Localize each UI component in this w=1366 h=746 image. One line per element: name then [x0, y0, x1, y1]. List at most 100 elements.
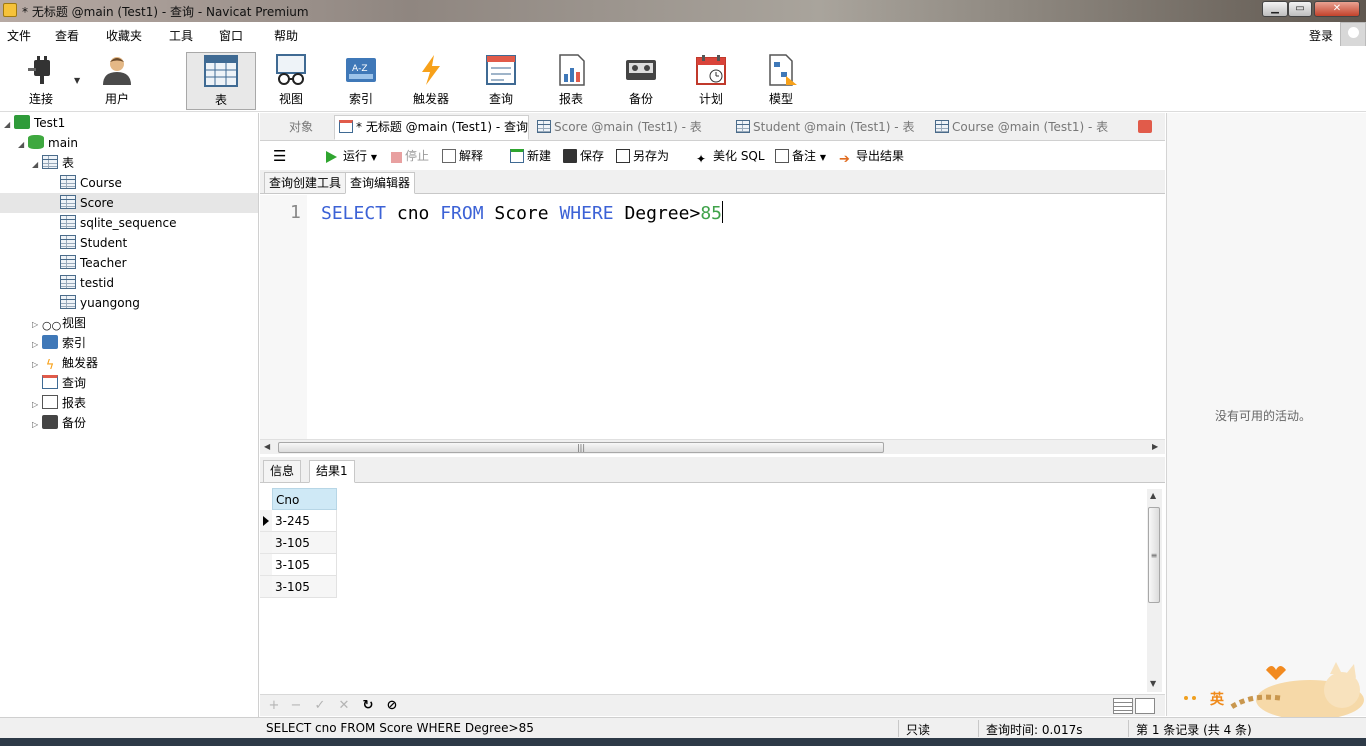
model-button[interactable]: 模型	[748, 52, 814, 110]
index-button[interactable]: A‑Z 索引	[328, 52, 394, 110]
tab-score-table[interactable]: Score @main (Test1) - 表	[532, 115, 727, 140]
table-row[interactable]: 3-245	[260, 510, 337, 532]
scroll-up-icon[interactable]: ▲	[1150, 491, 1156, 500]
scrollbar-thumb[interactable]: ≡	[1148, 507, 1160, 603]
view-button[interactable]: 视图	[258, 52, 324, 110]
tree-table-testid[interactable]: testid	[60, 273, 114, 293]
scrollbar-thumb[interactable]: |||	[278, 442, 884, 453]
save-button[interactable]: 保存	[563, 148, 604, 166]
tree-database-main[interactable]: ◢ main	[18, 133, 78, 153]
new-button[interactable]: 新建	[510, 148, 551, 166]
delete-record-icon[interactable]: −	[288, 698, 304, 713]
menu-view[interactable]: 查看	[55, 27, 79, 44]
tree-table-course[interactable]: Course	[60, 173, 122, 193]
table-row[interactable]: 3-105	[260, 576, 337, 598]
menu-window[interactable]: 窗口	[219, 27, 243, 44]
stop-query-icon[interactable]: ⊘	[384, 698, 400, 713]
trigger-button[interactable]: 触发器	[398, 52, 464, 110]
new-tab-button[interactable]	[1132, 115, 1160, 140]
collapse-arrow-icon[interactable]: ◢	[4, 115, 14, 135]
sql-code[interactable]: SELECT cno FROM Score WHERE Degree>85	[321, 201, 724, 224]
database-icon	[28, 135, 44, 149]
expand-arrow-icon[interactable]: ▷	[32, 315, 42, 335]
scroll-left-icon[interactable]: ◀	[264, 442, 270, 451]
tab-course-table[interactable]: Course @main (Test1) - 表	[930, 115, 1125, 140]
apply-changes-icon[interactable]: ✓	[312, 698, 328, 713]
expand-arrow-icon[interactable]: ▷	[32, 415, 42, 435]
grid-cell[interactable]: 3-245	[272, 510, 337, 532]
connect-dropdown-icon[interactable]: ▼	[74, 76, 80, 85]
tab-untitled-query[interactable]: * 无标题 @main (Test1) - 查询	[334, 115, 529, 140]
tab-query-editor[interactable]: 查询编辑器	[345, 172, 416, 194]
tree-table-teacher[interactable]: Teacher	[60, 253, 127, 273]
connect-button[interactable]: 连接	[8, 52, 74, 110]
tab-result1[interactable]: 结果1	[309, 460, 355, 483]
hamburger-menu-icon[interactable]: ☰	[273, 148, 286, 166]
table-row[interactable]: 3-105	[260, 532, 337, 554]
menu-favorites[interactable]: 收藏夹	[106, 27, 142, 44]
tree-table-score[interactable]: Score	[0, 193, 258, 213]
tree-folder-backups[interactable]: ▷ 备份	[32, 413, 86, 433]
table-icon	[935, 120, 949, 133]
grid-vertical-scrollbar[interactable]: ▲ ≡ ▼	[1147, 489, 1162, 692]
tree-connection-test1[interactable]: ◢ Test1	[4, 113, 65, 133]
collapse-arrow-icon[interactable]: ◢	[18, 135, 28, 155]
column-header-cno[interactable]: Cno	[272, 488, 337, 510]
scroll-down-icon[interactable]: ▼	[1150, 679, 1156, 688]
tab-info[interactable]: 信息	[263, 460, 302, 483]
save-as-button[interactable]: 另存为	[616, 148, 669, 166]
editor-horizontal-scrollbar[interactable]: ◀ ||| ▶	[260, 439, 1165, 454]
tree-folder-tables[interactable]: ◢ 表	[32, 153, 74, 173]
tree-folder-reports[interactable]: ▷ 报表	[32, 393, 86, 413]
close-button[interactable]: ✕	[1314, 1, 1360, 17]
backup-button[interactable]: 备份	[608, 52, 674, 110]
menu-help[interactable]: 帮助	[274, 27, 298, 44]
add-record-icon[interactable]: +	[266, 698, 282, 713]
export-label: 导出结果	[856, 149, 905, 163]
grid-view-icon[interactable]	[1113, 698, 1133, 714]
tree-folder-views[interactable]: ▷ ○○视图	[32, 313, 86, 333]
tab-objects[interactable]: 对象	[266, 115, 336, 140]
table-button[interactable]: 表	[186, 52, 256, 110]
menu-file[interactable]: 文件	[7, 27, 31, 44]
tree-folder-queries[interactable]: 查询	[42, 373, 86, 393]
tree-folder-indexes[interactable]: ▷ 索引	[32, 333, 86, 353]
tree-table-student[interactable]: Student	[60, 233, 127, 253]
tree-table-yuangong[interactable]: yuangong	[60, 293, 140, 313]
menu-tools[interactable]: 工具	[169, 27, 193, 44]
scroll-right-icon[interactable]: ▶	[1152, 442, 1158, 451]
collapse-arrow-icon[interactable]: ◢	[32, 155, 42, 175]
avatar[interactable]	[1340, 22, 1366, 48]
user-button[interactable]: 用户	[84, 52, 150, 110]
login-link[interactable]: 登录	[1309, 27, 1333, 44]
tab-query-builder[interactable]: 查询创建工具	[264, 172, 347, 194]
beautify-sql-button[interactable]: ✦ 美化 SQL	[696, 148, 765, 166]
grid-cell[interactable]: 3-105	[272, 554, 337, 576]
run-dropdown-icon[interactable]: ▼	[371, 153, 377, 162]
tree-table-sqlite-sequence[interactable]: sqlite_sequence	[60, 213, 176, 233]
comment-dropdown-icon[interactable]: ▼	[820, 153, 826, 162]
explain-button[interactable]: 解释	[442, 148, 483, 166]
menu-bar: 文件 查看 收藏夹 工具 窗口 帮助 登录	[0, 22, 1366, 46]
expand-arrow-icon[interactable]: ▷	[32, 395, 42, 415]
discard-changes-icon[interactable]: ✕	[336, 698, 352, 713]
refresh-icon[interactable]: ↻	[360, 698, 376, 713]
minimize-button[interactable]: ▁	[1262, 1, 1288, 17]
expand-arrow-icon[interactable]: ▷	[32, 335, 42, 355]
schedule-button[interactable]: 计划	[678, 52, 744, 110]
maximize-button[interactable]: ▭	[1288, 1, 1312, 17]
table-row[interactable]: 3-105	[260, 554, 337, 576]
run-button[interactable]: 运行 ▼	[326, 148, 377, 166]
query-button[interactable]: 查询	[468, 52, 534, 110]
sql-editor[interactable]: 1 SELECT cno FROM Score WHERE Degree>85	[260, 195, 1165, 439]
grid-cell[interactable]: 3-105	[272, 576, 337, 598]
report-button[interactable]: 报表	[538, 52, 604, 110]
tree-label: 报表	[62, 396, 87, 410]
tab-student-table[interactable]: Student @main (Test1) - 表	[731, 115, 926, 140]
expand-arrow-icon[interactable]: ▷	[32, 355, 42, 375]
comment-button[interactable]: 备注 ▼	[775, 148, 826, 166]
export-results-button[interactable]: ➔ 导出结果	[839, 148, 905, 167]
grid-cell[interactable]: 3-105	[272, 532, 337, 554]
form-view-icon[interactable]	[1135, 698, 1155, 714]
tree-folder-triggers[interactable]: ▷ ϟ 触发器	[32, 353, 98, 373]
